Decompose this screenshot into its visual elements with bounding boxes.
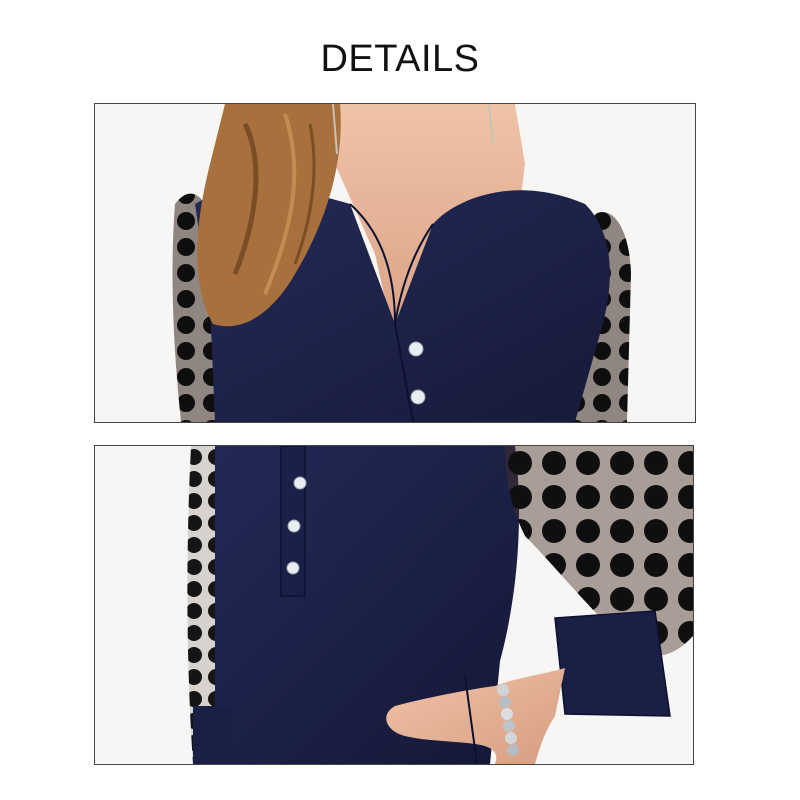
button-2 [287,519,301,533]
button-1 [293,476,307,490]
button-1 [408,341,424,357]
page-title: DETAILS [320,38,480,80]
button-3 [286,561,300,575]
sleeve-photo-illustration [95,446,693,764]
left-cuff [193,706,233,764]
sleeve-cuff [554,610,671,717]
button-2 [410,389,426,405]
neckline-photo-illustration [95,104,695,422]
sleeve-detail-photo [94,445,694,765]
neckline-detail-photo [94,103,696,423]
